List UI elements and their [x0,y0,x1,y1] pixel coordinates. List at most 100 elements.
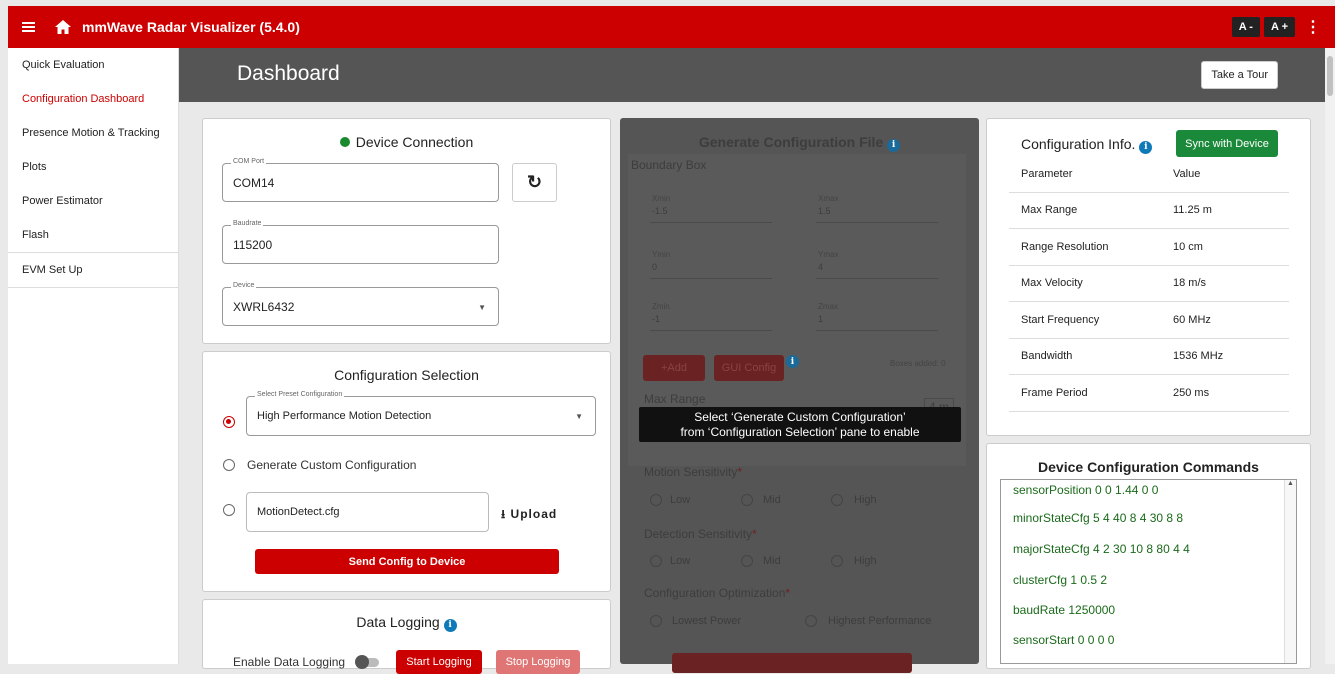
preset-config-select[interactable]: Select Preset Configuration High Perform… [246,391,596,436]
optimization-label: Configuration Optimization* [644,586,791,600]
detection-mid-radio[interactable] [741,555,753,567]
table-row: Max Range 11.25 m [1009,193,1289,229]
start-logging-button[interactable]: Start Logging [396,650,482,674]
send-config-button[interactable]: Send Config to Device [255,549,559,574]
command-line: minorStateCfg 5 4 40 8 4 30 8 8 [1013,510,1184,525]
com-port-field[interactable]: COM Port COM14 [222,158,499,202]
motion-low-label: Low [670,494,691,506]
scroll-up-icon[interactable]: ▲ [1285,480,1296,487]
menu-icon[interactable] [8,22,48,32]
gui-config-button[interactable]: GUI Config [714,355,784,381]
zmin-label: Zmin [652,302,670,311]
motion-mid-radio[interactable] [741,494,753,506]
generate-config-button[interactable] [672,653,912,673]
page-scrollbar[interactable] [1325,48,1335,664]
take-tour-button[interactable]: Take a Tour [1201,61,1278,89]
sidebar-item-presence-motion-tracking[interactable]: Presence Motion & Tracking [8,116,178,150]
ymin-label: Ymin [652,250,671,259]
xmax-input[interactable]: 1.5 [818,206,831,216]
sync-with-device-button[interactable]: Sync with Device [1176,130,1278,157]
xmax-label: Xmax [818,194,839,203]
home-icon[interactable] [48,20,78,34]
decrease-font-button[interactable]: A - [1231,17,1260,37]
sidebar-item-label: EVM Set Up [22,264,83,276]
highest-performance-radio[interactable] [805,615,817,627]
detection-high-radio[interactable] [831,555,843,567]
data-logging-title: Data Logging i [203,614,610,632]
device-select[interactable]: Device XWRL6432 ▼ [222,282,499,326]
page-title: Dashboard [237,62,340,85]
upload-icon: ⭳ [501,507,507,521]
preset-radio[interactable] [223,416,235,428]
sidebar-item-flash[interactable]: Flash [8,218,178,252]
sidebar-item-plots[interactable]: Plots [8,150,178,184]
app-bar: mmWave Radar Visualizer (5.4.0) A - A + … [8,6,1335,48]
zmin-input[interactable]: -1 [652,314,660,324]
add-box-button[interactable]: +Add [643,355,705,381]
command-line: % [1001,656,1296,663]
xmin-label: Xmin [652,194,671,203]
sidebar-item-label: Power Estimator [22,195,103,207]
device-commands-title: Device Configuration Commands [1038,459,1259,475]
connected-status-icon [339,137,350,147]
detection-mid-label: Mid [763,555,781,567]
xmin-input[interactable]: -1.5 [652,206,668,216]
sidebar-item-power-estimator[interactable]: Power Estimator [8,184,178,218]
detection-high-label: High [854,555,877,567]
zmax-input[interactable]: 1 [818,314,823,324]
refresh-ports-button[interactable]: ↻ [512,163,557,202]
lowest-power-label: Lowest Power [672,615,742,627]
info-icon[interactable]: i [443,618,457,632]
max-range-label: Max Range [644,392,706,406]
enable-logging-toggle[interactable] [355,655,379,669]
detection-sensitivity-label: Detection Sensitivity* [644,527,757,541]
configuration-info-title: Configuration Info. i [1021,136,1153,154]
boxes-added-count: Boxes added: 0 [890,359,946,368]
table-row: Max Velocity 18 m/s [1009,266,1289,302]
configuration-selection-title: Configuration Selection [334,367,479,383]
sidebar-item-configuration-dashboard[interactable]: Configuration Dashboard [8,82,178,116]
info-icon[interactable]: i [887,138,901,152]
increase-font-button[interactable]: A + [1263,17,1295,37]
ymax-input[interactable]: 4 [818,262,823,272]
file-config-radio[interactable] [223,504,235,516]
ymax-label: Ymax [818,250,839,259]
chevron-down-icon: ▼ [478,303,486,312]
detection-low-radio[interactable] [650,555,662,567]
ymin-input[interactable]: 0 [652,262,657,272]
page-header: Dashboard Take a Tour [179,48,1325,102]
table-header: Parameter Value [1009,156,1289,193]
motion-mid-label: Mid [763,494,781,506]
sidebar-item-quick-evaluation[interactable]: Quick Evaluation [8,48,178,82]
upload-button[interactable]: ⭳ Upload [501,505,557,526]
more-options-icon[interactable]: ⋮ [1299,17,1327,37]
motion-low-radio[interactable] [650,494,662,506]
divider [8,287,178,288]
command-line: baudRate 1250000 [1013,603,1116,617]
detection-low-label: Low [670,555,691,567]
disabled-tooltip: Select ‘Generate Custom Configuration’ f… [639,407,961,442]
device-commands-textarea[interactable]: sensorPosition 0 0 1.44 0 0 minorStateCf… [1000,479,1297,664]
custom-config-label: Generate Custom Configuration [247,458,417,472]
stop-logging-button[interactable]: Stop Logging [496,650,580,674]
data-logging-card: Data Logging i Enable Data Logging Start… [202,599,611,674]
configuration-selection-card: Configuration Selection Select Preset Co… [202,351,611,592]
highest-performance-label: Highest Performance [828,615,932,627]
sidebar-item-label: Presence Motion & Tracking [22,127,160,139]
sidebar-item-evm-set-up[interactable]: EVM Set Up [8,253,178,287]
table-row: Frame Period 250 ms [1009,375,1289,412]
command-line: majorStateCfg 4 2 30 10 8 80 4 4 [1013,542,1190,556]
generate-config-title: Generate Configuration File i [620,134,979,152]
baudrate-field[interactable]: Baudrate 115200 [222,220,499,264]
device-connection-card: Device Connection COM Port COM14 ↻ Baudr… [202,118,611,344]
table-row: Bandwidth 1536 MHz [1009,339,1289,375]
commands-scrollbar[interactable]: ▲ [1284,480,1296,663]
custom-config-radio[interactable] [223,459,235,471]
lowest-power-radio[interactable] [650,615,662,627]
config-file-field[interactable]: MotionDetect.cfg [246,492,489,532]
info-icon[interactable]: i [786,355,799,368]
info-icon[interactable]: i [1139,140,1153,154]
sidebar-item-label: Plots [22,161,47,173]
table-row: Range Resolution 10 cm [1009,229,1289,266]
motion-high-radio[interactable] [831,494,843,506]
